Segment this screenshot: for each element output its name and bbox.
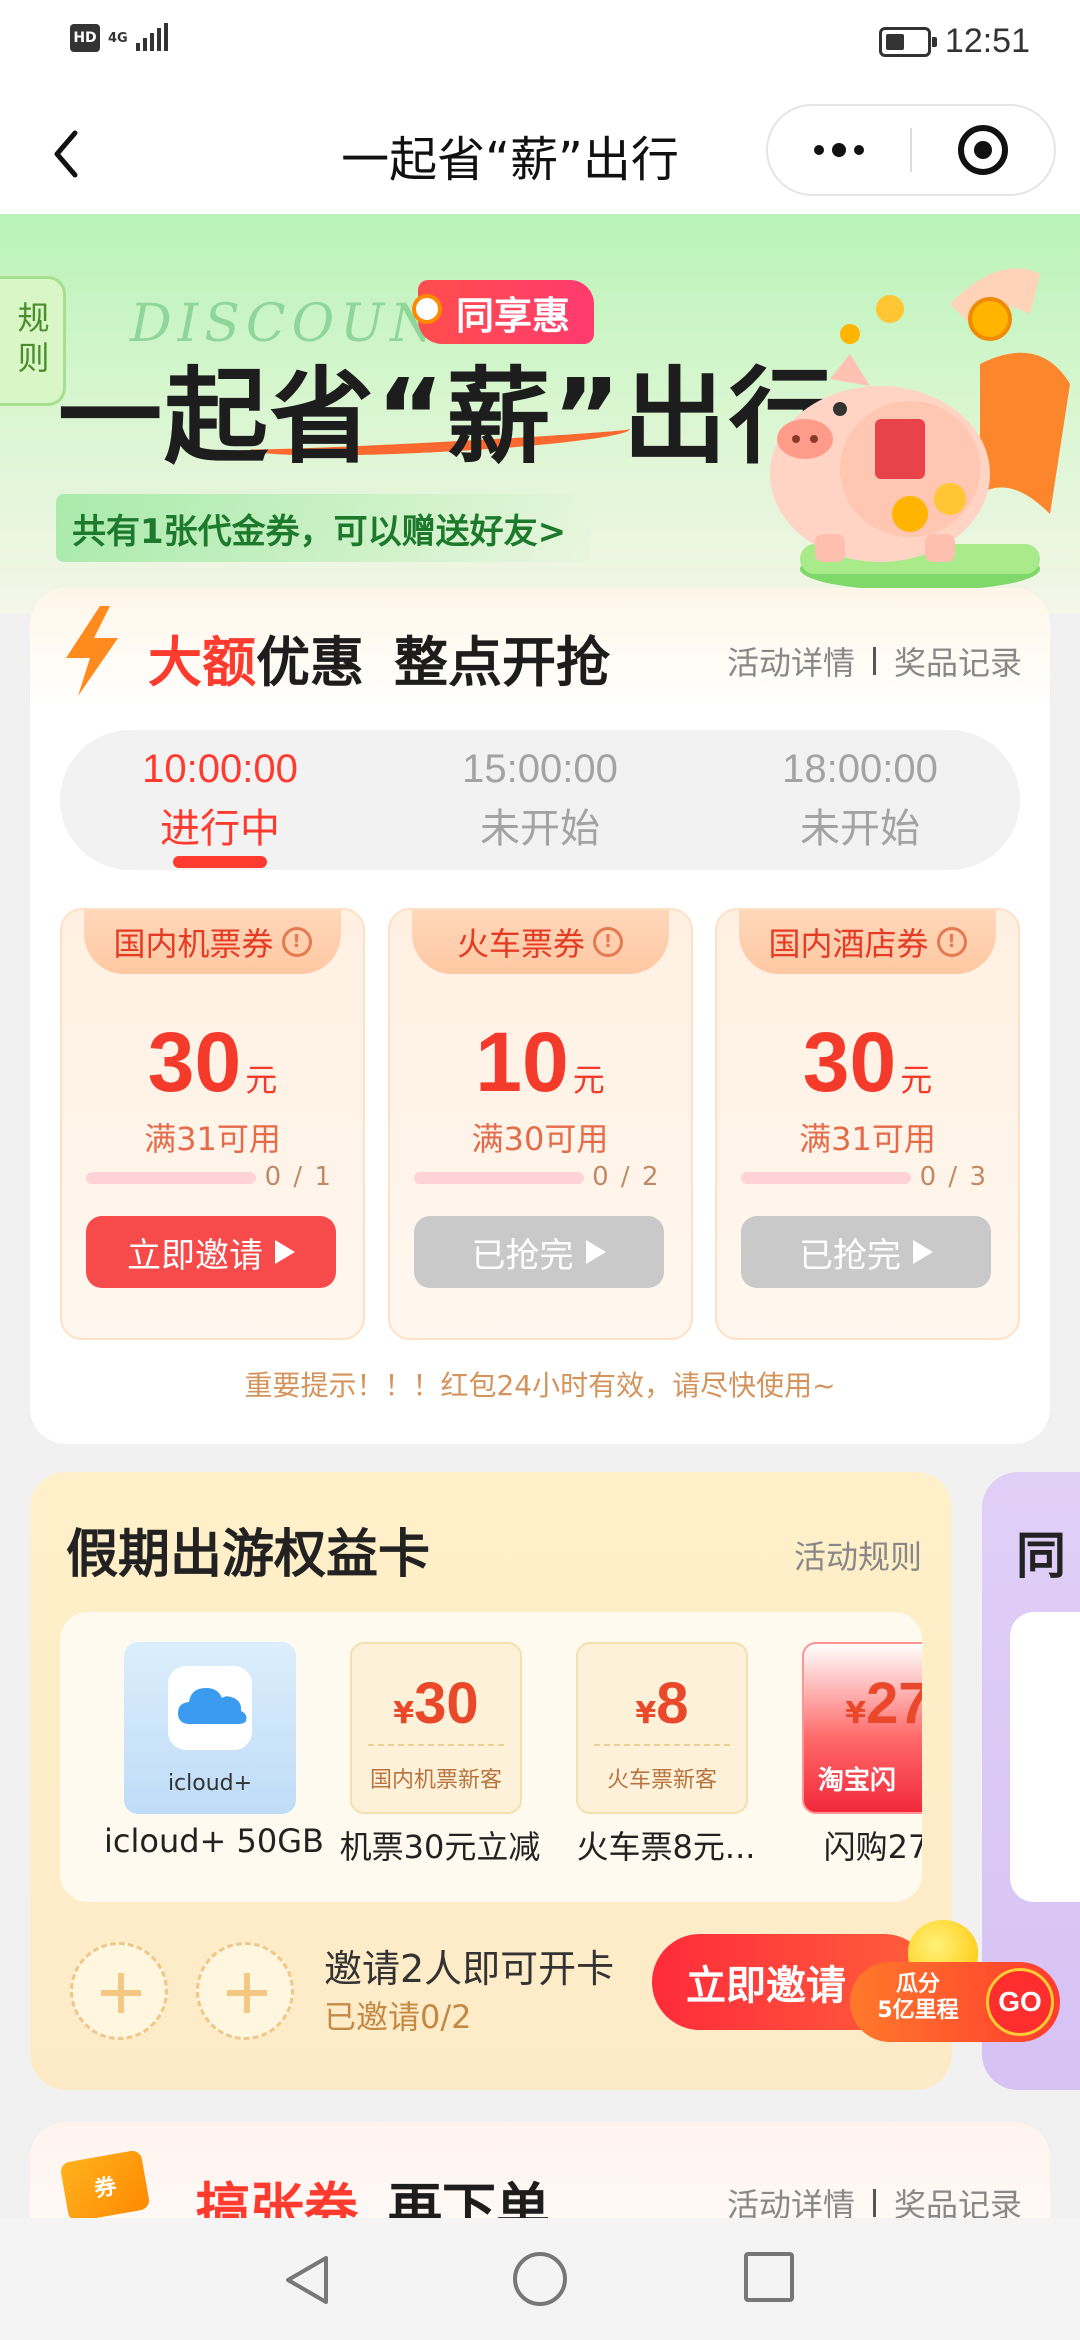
lightning-icon bbox=[66, 606, 118, 696]
target-close-icon bbox=[957, 125, 1008, 175]
time-slot-status: 未开始 bbox=[800, 805, 920, 852]
coupon-condition: 满30可用 bbox=[471, 1120, 609, 1158]
benefit-name: icloud+ 50GB bbox=[104, 1822, 324, 1860]
coupon-progress-count: 0 / 3 bbox=[919, 1162, 988, 1192]
coupon-name-tag: 火车票券! bbox=[411, 910, 669, 974]
time-slot-status: 进行中 bbox=[160, 805, 280, 852]
mileage-float-button[interactable]: 瓜分 5亿里程 GO bbox=[850, 1920, 1060, 2050]
coupon-amount: 30 元 bbox=[147, 1015, 278, 1109]
mini-program-capsule bbox=[766, 104, 1056, 196]
time-slot-time: 15:00:00 bbox=[462, 746, 618, 791]
benefit-card: 假期出游权益卡 活动规则 icloud+ icloud+ 50GB ¥30 国内… bbox=[30, 1472, 952, 2090]
invite-slot-plus-icon[interactable] bbox=[70, 1942, 168, 2040]
info-icon[interactable]: ! bbox=[281, 927, 312, 957]
voucher-info-link[interactable]: 共有1张代金券，可以赠送好友> bbox=[56, 494, 591, 562]
invite-requirement: 邀请2人即可开卡 bbox=[324, 1947, 615, 1991]
time-slot-tab[interactable]: 15:00:00 未开始 bbox=[380, 730, 700, 870]
link-divider bbox=[872, 2189, 876, 2217]
ticket-voucher-image: ¥8 火车票新客 bbox=[576, 1642, 748, 1814]
coupon-amount: 30 元 bbox=[802, 1015, 933, 1109]
mileage-float-text: 瓜分 5亿里程 bbox=[877, 1972, 959, 2023]
benefit-name: 闪购27元 bbox=[823, 1828, 922, 1866]
ticket-voucher-image: ¥30 国内机票新客 bbox=[350, 1642, 522, 1814]
go-button[interactable]: GO bbox=[986, 1968, 1054, 2036]
network-indicators: HD 4G bbox=[70, 23, 168, 52]
benefit-name: 火车票8元... bbox=[576, 1828, 756, 1866]
status-bar: HD 4G 12:51 bbox=[0, 0, 1080, 92]
time-slot-time: 10:00:00 bbox=[142, 746, 298, 791]
flash-sale-card: 大额优惠 整点开抢 活动详情 奖品记录 10:00:00 进行中 15:00:00… bbox=[30, 588, 1050, 1444]
coupon-progress-bar bbox=[413, 1172, 584, 1184]
coupon-action-button[interactable]: 立即邀请 bbox=[86, 1216, 336, 1288]
play-arrow-icon bbox=[585, 1240, 606, 1264]
active-tab-underline bbox=[173, 856, 267, 868]
taobao-voucher-image: ¥27 淘宝闪 bbox=[802, 1642, 922, 1814]
expiry-notice: 重要提示！！！红包24小时有效，请尽快使用~ bbox=[244, 1369, 836, 1402]
rules-tab[interactable]: 规则 bbox=[0, 276, 66, 406]
more-button[interactable] bbox=[768, 106, 910, 194]
hero-banner: 规则 DISCOUNT 同享惠 一起省“薪”出行 共有1张代金券，可以赠送好友> bbox=[0, 214, 1080, 614]
next-card-title: 同 bbox=[1016, 1527, 1066, 1585]
invited-status: 已邀请0/2 bbox=[324, 1998, 472, 2036]
coupon-card: 国内机票券! 30 元 满31可用 0 / 1 立即邀请 bbox=[60, 908, 365, 1340]
coupon-list: 国内机票券! 30 元 满31可用 0 / 1 立即邀请 火车票券! 10 元 满3… bbox=[60, 908, 1020, 1340]
benefit-name: 机票30元立减 bbox=[339, 1828, 541, 1866]
coupon-name-tag: 国内机票券! bbox=[84, 910, 341, 974]
coupon-progress-count: 0 / 1 bbox=[264, 1162, 333, 1192]
time-slot-tab[interactable]: 18:00:00 未开始 bbox=[700, 730, 1020, 870]
info-icon[interactable]: ! bbox=[593, 927, 623, 957]
time-slot-tabs: 10:00:00 进行中 15:00:00 未开始 18:00:00 未开始 bbox=[60, 730, 1020, 870]
coupon-name-tag: 国内酒店券! bbox=[739, 910, 996, 974]
hd-badge: HD bbox=[70, 24, 100, 52]
coupon-condition: 满31可用 bbox=[799, 1120, 936, 1158]
invite-row: 邀请2人即可开卡 已邀请0/2 立即邀请 bbox=[30, 1920, 952, 2070]
flash-sale-header: 大额优惠 整点开抢 活动详情 奖品记录 bbox=[30, 588, 1050, 708]
icloud-image: icloud+ bbox=[124, 1642, 296, 1814]
time-slot-status: 未开始 bbox=[480, 805, 600, 852]
coupon-condition: 满31可用 bbox=[144, 1120, 281, 1158]
battery-icon bbox=[878, 26, 937, 57]
coupon-progress-count: 0 / 2 bbox=[592, 1162, 661, 1192]
link-divider bbox=[872, 647, 876, 675]
benefit-item[interactable]: ¥8 火车票新客 火车票8元... bbox=[576, 1642, 756, 1868]
benefit-item[interactable]: icloud+ icloud+ 50GB bbox=[104, 1642, 324, 1860]
coupon-action-button[interactable]: 已抢完 bbox=[741, 1216, 991, 1288]
coupon-progress-bar bbox=[86, 1172, 256, 1184]
nav-home-circle-icon[interactable] bbox=[513, 2252, 567, 2306]
coupon-progress-bar bbox=[741, 1172, 911, 1184]
time-slot-time: 18:00:00 bbox=[782, 746, 938, 791]
signal-icon bbox=[135, 23, 168, 51]
more-dots-icon bbox=[814, 143, 864, 157]
coupon-amount: 10 元 bbox=[475, 1015, 605, 1109]
nav-recent-square-icon[interactable] bbox=[744, 2252, 794, 2302]
benefit-card-title: 假期出游权益卡 bbox=[66, 1525, 431, 1585]
time-slot-tab[interactable]: 10:00:00 进行中 bbox=[60, 730, 380, 870]
coupon-card: 国内酒店券! 30 元 满31可用 0 / 3 已抢完 bbox=[715, 908, 1020, 1340]
info-icon[interactable]: ! bbox=[936, 927, 967, 957]
flash-sale-links: 活动详情 奖品记录 bbox=[727, 638, 1022, 684]
close-button[interactable] bbox=[912, 106, 1054, 194]
play-arrow-icon bbox=[913, 1240, 933, 1264]
benefit-item[interactable]: ¥27 淘宝闪 闪购27元 bbox=[802, 1642, 922, 1868]
activity-rules-link[interactable]: 活动规则 bbox=[794, 1532, 922, 1578]
flash-sale-title: 大额优惠 整点开抢 bbox=[148, 631, 610, 694]
nav-back-triangle-icon[interactable] bbox=[282, 2252, 332, 2308]
piggy-bank-illustration bbox=[770, 268, 1070, 591]
coupon-action-button[interactable]: 已抢完 bbox=[413, 1216, 664, 1288]
clock: 12:51 bbox=[944, 22, 1030, 60]
coupon-ticket-icon: 券 bbox=[59, 2149, 151, 2223]
invite-slot-plus-icon[interactable] bbox=[196, 1942, 294, 2040]
play-arrow-icon bbox=[275, 1240, 295, 1264]
benefit-items: icloud+ icloud+ 50GB ¥30 国内机票新客 机票30元立减 … bbox=[60, 1612, 922, 1902]
nav-bar: 一起省“薪”出行 bbox=[0, 92, 1080, 214]
coupon-card: 火车票券! 10 元 满30可用 0 / 2 已抢完 bbox=[387, 908, 693, 1340]
prize-records-link[interactable]: 奖品记录 bbox=[894, 638, 1022, 684]
benefit-item[interactable]: ¥30 国内机票新客 机票30元立减 bbox=[340, 1642, 540, 1868]
cloud-icon bbox=[168, 1666, 252, 1750]
activity-details-link[interactable]: 活动详情 bbox=[727, 638, 855, 684]
system-navigation-bar bbox=[0, 2218, 1080, 2340]
network-type: 4G bbox=[108, 30, 128, 46]
